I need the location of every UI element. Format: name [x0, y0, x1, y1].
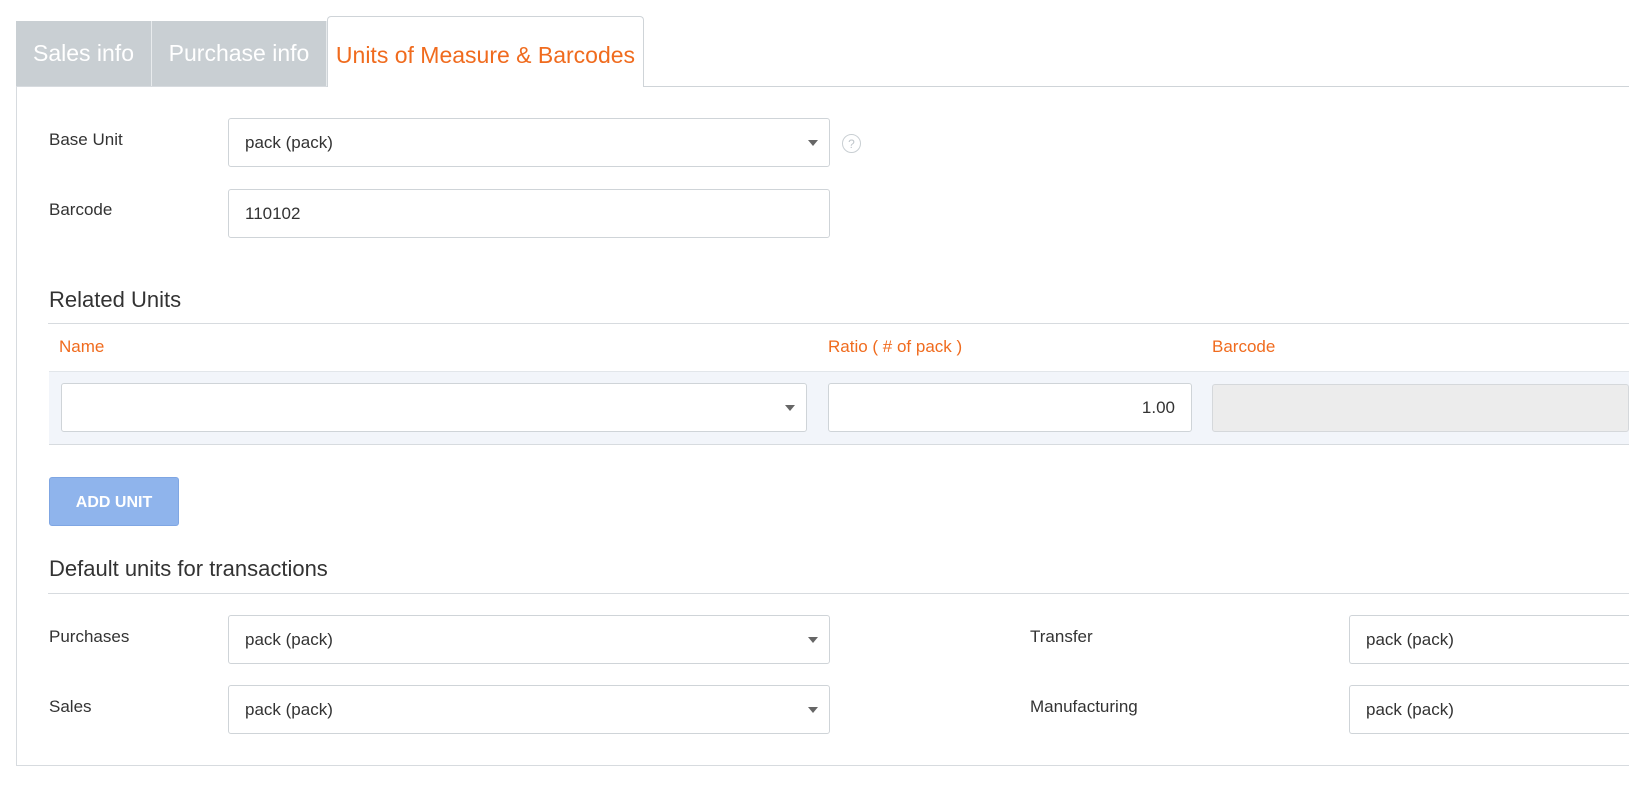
base-unit-label: Base Unit [49, 130, 123, 149]
tab-bar: Sales info Purchase info Units of Measur… [16, 16, 1629, 87]
purchases-unit-value: pack (pack) [245, 630, 333, 649]
column-header-barcode: Barcode [1212, 337, 1276, 356]
barcode-input[interactable]: 110102 [228, 189, 830, 238]
column-header-ratio: Ratio ( # of pack ) [828, 337, 963, 356]
unit-name-select[interactable] [61, 383, 807, 432]
chevron-down-icon [808, 140, 818, 146]
divider [48, 593, 1629, 594]
sales-label: Sales [49, 697, 92, 716]
tab-units-of-measure[interactable]: Units of Measure & Barcodes [327, 16, 644, 87]
transfer-unit-select[interactable]: pack (pack) [1349, 615, 1629, 664]
manufacturing-unit-value: pack (pack) [1366, 700, 1454, 719]
unit-barcode-input[interactable] [1212, 384, 1629, 432]
chevron-down-icon [808, 637, 818, 643]
transfer-unit-value: pack (pack) [1366, 630, 1454, 649]
default-units-title: Default units for transactions [49, 556, 328, 581]
manufacturing-label: Manufacturing [1030, 697, 1138, 716]
ratio-value: 1.00 [1141, 398, 1175, 417]
transfer-label: Transfer [1030, 627, 1093, 646]
help-icon[interactable]: ? [842, 134, 861, 153]
base-unit-value: pack (pack) [245, 133, 333, 152]
purchases-unit-select[interactable]: pack (pack) [228, 615, 830, 664]
tab-purchase-info[interactable]: Purchase info [152, 21, 327, 86]
chevron-down-icon [785, 405, 795, 411]
column-header-name: Name [59, 337, 105, 356]
add-unit-button[interactable]: ADD UNIT [49, 477, 179, 526]
manufacturing-unit-select[interactable]: pack (pack) [1349, 685, 1629, 734]
base-unit-select[interactable]: pack (pack) [228, 118, 830, 167]
divider [48, 323, 1629, 324]
chevron-down-icon [808, 707, 818, 713]
tab-sales-info[interactable]: Sales info [16, 21, 152, 86]
related-units-title: Related Units [49, 287, 182, 312]
sales-unit-value: pack (pack) [245, 700, 333, 719]
sales-unit-select[interactable]: pack (pack) [228, 685, 830, 734]
purchases-label: Purchases [49, 627, 130, 646]
ratio-input[interactable]: 1.00 [828, 383, 1192, 432]
barcode-value: 110102 [245, 204, 301, 223]
barcode-label: Barcode [49, 200, 113, 219]
